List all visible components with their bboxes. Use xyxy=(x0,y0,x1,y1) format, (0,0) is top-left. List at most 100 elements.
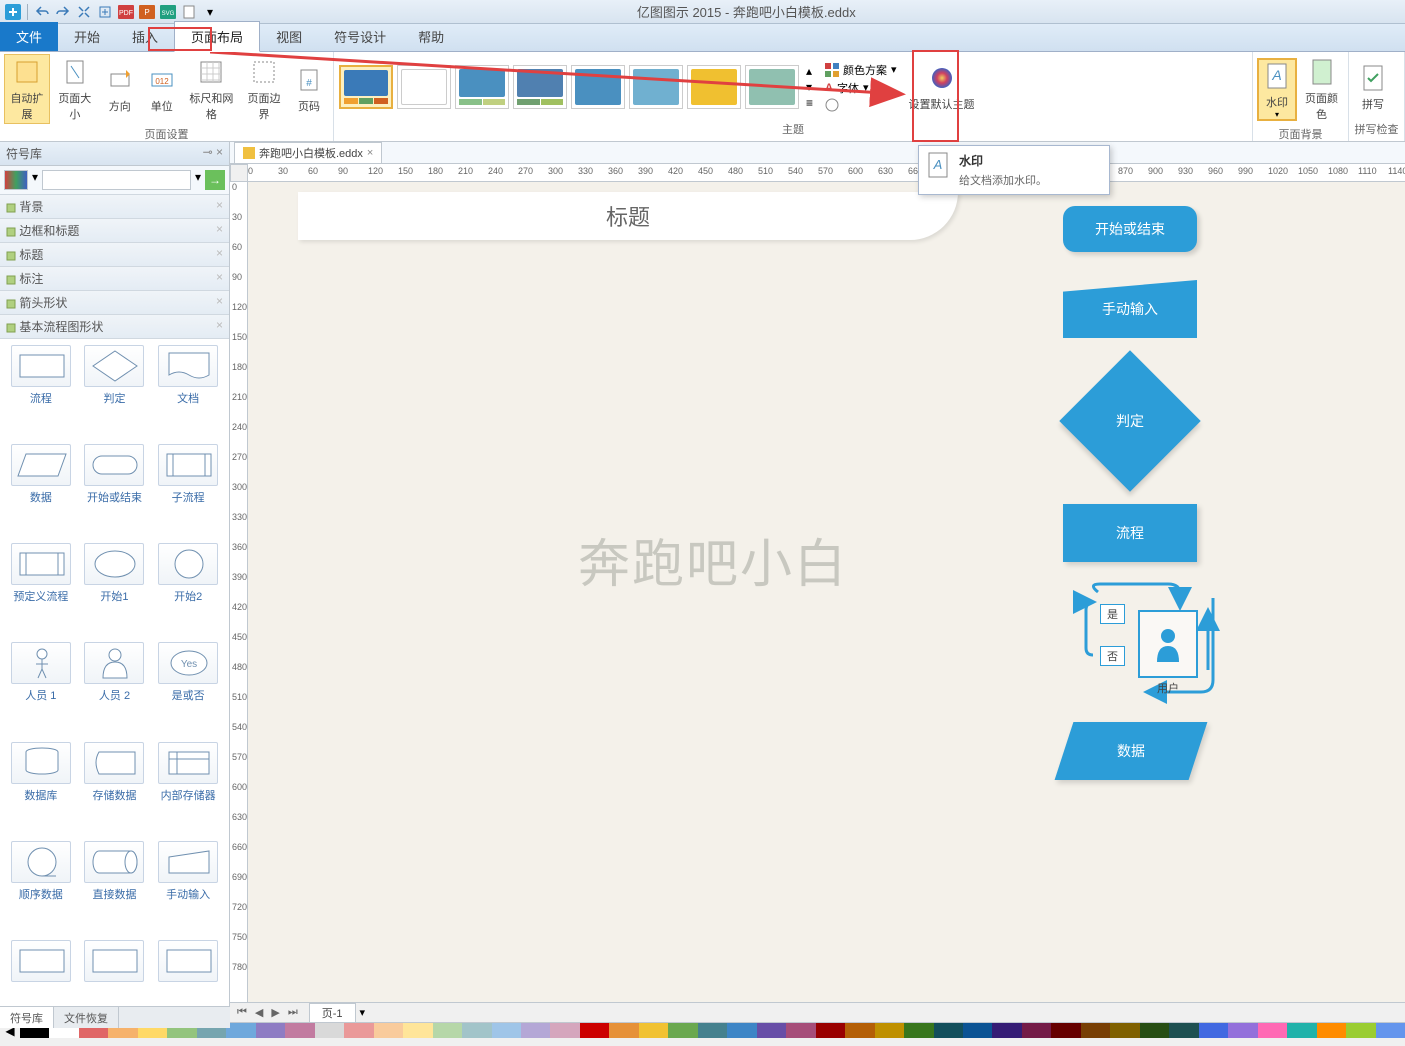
symbol-流程[interactable]: 流程 xyxy=(6,345,76,440)
color-swatch[interactable] xyxy=(963,1023,992,1038)
symbol-人员 1[interactable]: 人员 1 xyxy=(6,642,76,737)
page-color-button[interactable]: 页面颜色 xyxy=(1299,54,1344,124)
color-swatch[interactable] xyxy=(1140,1023,1169,1038)
symbol-extra-1[interactable] xyxy=(80,940,150,1016)
theme-8[interactable] xyxy=(745,65,799,109)
page-first-icon[interactable]: ⏮ xyxy=(234,1006,250,1019)
color-swatch[interactable] xyxy=(786,1023,815,1038)
color-swatch[interactable] xyxy=(845,1023,874,1038)
symlib-pin-icon[interactable]: ⊸ × xyxy=(203,145,223,162)
color-swatch[interactable] xyxy=(344,1023,373,1038)
color-swatch[interactable] xyxy=(433,1023,462,1038)
page-next-icon[interactable]: ▶ xyxy=(268,1006,282,1019)
symbol-内部存储器[interactable]: 内部存储器 xyxy=(153,742,223,837)
unit-button[interactable]: 012单位 xyxy=(142,62,182,116)
color-swatch[interactable] xyxy=(727,1023,756,1038)
color-swatch[interactable] xyxy=(1081,1023,1110,1038)
page-size-button[interactable]: 页面大小 xyxy=(52,54,98,124)
theme-6[interactable] xyxy=(629,65,683,109)
set-default-theme-button[interactable]: 设置默认主题 xyxy=(905,60,979,114)
document-tab[interactable]: 奔跑吧小白模板.eddx × xyxy=(234,142,382,163)
color-swatch[interactable] xyxy=(1051,1023,1080,1038)
symbol-数据库[interactable]: 数据库 xyxy=(6,742,76,837)
orientation-button[interactable]: 方向 xyxy=(100,62,140,116)
symbol-直接数据[interactable]: 直接数据 xyxy=(80,841,150,936)
color-swatch[interactable] xyxy=(1169,1023,1198,1038)
symlib-color-picker[interactable] xyxy=(4,170,28,190)
user-group[interactable]: 是 否 用户 xyxy=(1038,580,1228,700)
symbol-数据[interactable]: 数据 xyxy=(6,444,76,539)
tab-page-layout[interactable]: 页面布局 xyxy=(174,21,260,52)
font-button[interactable]: A字体 ▾ xyxy=(825,80,897,96)
page-last-icon[interactable]: ⏭ xyxy=(285,1006,301,1019)
effect-button[interactable] xyxy=(825,98,897,112)
shape-manual-input[interactable]: 手动输入 xyxy=(1063,280,1197,338)
tab-view[interactable]: 视图 xyxy=(260,22,318,51)
symbol-手动输入[interactable]: 手动输入 xyxy=(153,841,223,936)
symbol-开始2[interactable]: 开始2 xyxy=(153,543,223,638)
page-prev-icon[interactable]: ◀ xyxy=(252,1006,266,1019)
doc-icon[interactable] xyxy=(180,3,198,21)
bottom-tab-recovery[interactable]: 文件恢复 xyxy=(54,1007,119,1028)
color-swatch[interactable] xyxy=(374,1023,403,1038)
color-swatch[interactable] xyxy=(1258,1023,1287,1038)
ruler-grid-button[interactable]: 标尺和网格 xyxy=(184,54,239,124)
redo-icon[interactable] xyxy=(54,3,72,21)
watermark-button[interactable]: A水印▾ xyxy=(1257,58,1297,121)
spell-check-button[interactable]: 拼写 xyxy=(1353,60,1393,114)
symbol-人员 2[interactable]: 人员 2 xyxy=(80,642,150,737)
symbol-文档[interactable]: 文档 xyxy=(153,345,223,440)
bottom-tab-symlib[interactable]: 符号库 xyxy=(0,1007,54,1028)
shape-data[interactable]: 数据 xyxy=(1060,722,1202,780)
color-scheme-button[interactable]: 颜色方案 ▾ xyxy=(825,62,897,78)
color-swatch[interactable] xyxy=(285,1023,314,1038)
color-swatch[interactable] xyxy=(226,1023,255,1038)
symlib-search[interactable] xyxy=(42,170,191,190)
color-swatch[interactable] xyxy=(875,1023,904,1038)
symcat-5[interactable]: 基本流程图形状× xyxy=(0,315,229,339)
symcat-3[interactable]: 标注× xyxy=(0,267,229,291)
canvas[interactable]: 标题 奔跑吧小白 开始或结束 手动输入 判定 流程 xyxy=(248,182,1405,1002)
color-swatch[interactable] xyxy=(1346,1023,1375,1038)
color-swatch[interactable] xyxy=(992,1023,1021,1038)
color-swatch[interactable] xyxy=(1022,1023,1051,1038)
shape-process[interactable]: 流程 xyxy=(1063,504,1197,562)
theme-4[interactable] xyxy=(513,65,567,109)
color-swatch[interactable] xyxy=(580,1023,609,1038)
theme-scroll-up[interactable]: ▴ xyxy=(806,64,813,78)
symbol-判定[interactable]: 判定 xyxy=(80,345,150,440)
page-number-button[interactable]: #页码 xyxy=(289,62,329,116)
symbol-预定义流程[interactable]: 预定义流程 xyxy=(6,543,76,638)
color-swatch[interactable] xyxy=(521,1023,550,1038)
symlib-color-dropdown[interactable]: ▾ xyxy=(32,170,38,190)
symbol-是或否[interactable]: Yes是或否 xyxy=(153,642,223,737)
theme-3[interactable] xyxy=(455,65,509,109)
color-swatch[interactable] xyxy=(1199,1023,1228,1038)
ppt-icon[interactable]: P xyxy=(138,3,156,21)
export-icon[interactable] xyxy=(96,3,114,21)
color-swatch[interactable] xyxy=(904,1023,933,1038)
symbol-存储数据[interactable]: 存储数据 xyxy=(80,742,150,837)
title-banner[interactable]: 标题 xyxy=(298,192,958,240)
color-swatch[interactable] xyxy=(698,1023,727,1038)
color-swatch[interactable] xyxy=(934,1023,963,1038)
color-swatch[interactable] xyxy=(1287,1023,1316,1038)
tab-insert[interactable]: 插入 xyxy=(116,22,174,51)
svg-icon[interactable]: SVG xyxy=(159,3,177,21)
theme-7[interactable] xyxy=(687,65,741,109)
doc-tab-close-icon[interactable]: × xyxy=(367,147,373,159)
symbol-开始1[interactable]: 开始1 xyxy=(80,543,150,638)
qat-dropdown-icon[interactable]: ▾ xyxy=(201,3,219,21)
color-swatch[interactable] xyxy=(462,1023,491,1038)
shape-decision[interactable]: 判定 xyxy=(1038,366,1222,476)
symcat-2[interactable]: 标题× xyxy=(0,243,229,267)
symlib-search-dropdown[interactable]: ▾ xyxy=(195,170,201,190)
symbol-开始或结束[interactable]: 开始或结束 xyxy=(80,444,150,539)
tab-help[interactable]: 帮助 xyxy=(402,22,460,51)
color-swatch[interactable] xyxy=(609,1023,638,1038)
symlib-go-button[interactable]: → xyxy=(205,170,225,190)
symcat-0[interactable]: 背景× xyxy=(0,195,229,219)
theme-1[interactable] xyxy=(339,65,393,109)
color-swatch[interactable] xyxy=(668,1023,697,1038)
color-swatch[interactable] xyxy=(1376,1023,1405,1038)
